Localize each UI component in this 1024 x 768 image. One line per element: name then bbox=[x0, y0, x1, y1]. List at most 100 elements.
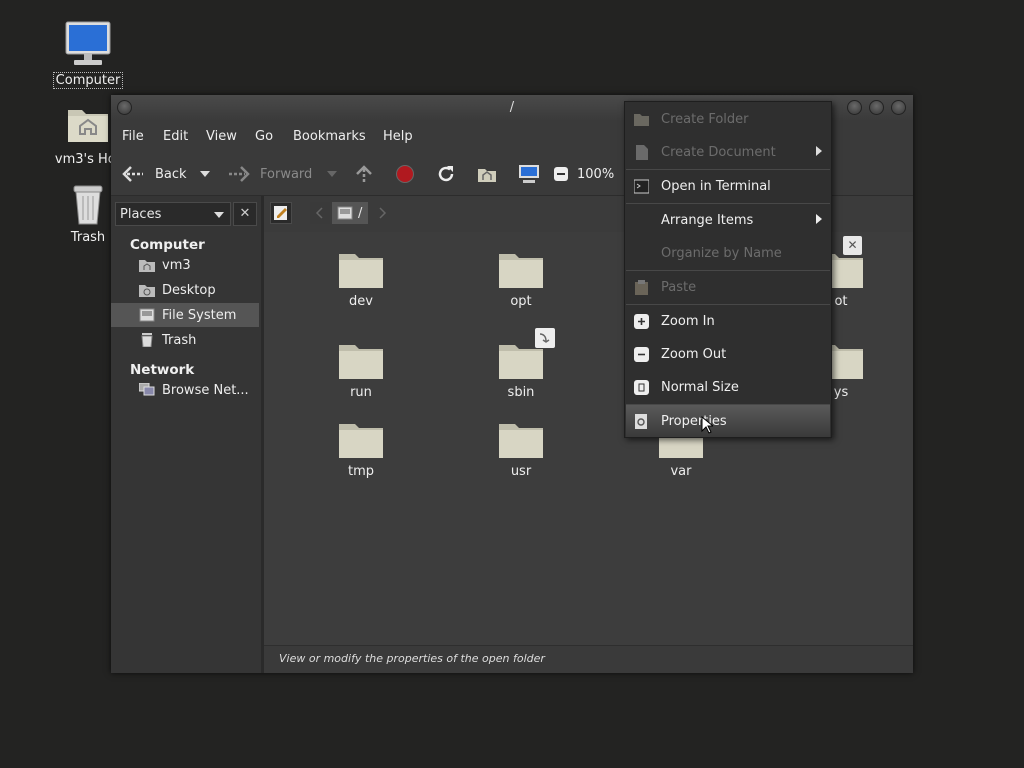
network-icon bbox=[139, 383, 155, 396]
submenu-arrow-icon bbox=[816, 146, 822, 156]
back-button[interactable]: Back bbox=[121, 153, 187, 195]
desktop-icon bbox=[139, 285, 155, 297]
folder-icon bbox=[499, 345, 543, 379]
back-label: Back bbox=[155, 166, 187, 182]
sidebar-item-vm3[interactable]: vm3 bbox=[111, 253, 259, 277]
sidebar-item-file-system[interactable]: File System bbox=[111, 303, 259, 327]
places-selector-label: Places bbox=[120, 207, 162, 222]
chevron-down-icon bbox=[214, 212, 224, 218]
section-computer: Computer bbox=[130, 237, 205, 253]
file-item[interactable]: usr bbox=[481, 422, 561, 479]
folder-icon bbox=[339, 424, 383, 458]
forward-button[interactable]: Forward bbox=[227, 153, 312, 195]
drive-icon bbox=[337, 206, 353, 220]
file-name: ot bbox=[834, 294, 848, 309]
status-bar: View or modify the properties of the ope… bbox=[264, 645, 913, 673]
menu-item-label: Paste bbox=[661, 279, 697, 295]
menu-item-open-terminal[interactable]: Open in Terminal bbox=[626, 170, 830, 202]
menu-item-normal-size[interactable]: Normal Size bbox=[626, 371, 830, 403]
sidebar-item-desktop[interactable]: Desktop bbox=[111, 278, 259, 302]
home-button[interactable] bbox=[477, 153, 497, 195]
edit-path-button[interactable] bbox=[270, 202, 292, 224]
dismiss-button[interactable]: ✕ bbox=[843, 236, 862, 255]
back-history-dropdown[interactable] bbox=[199, 153, 211, 195]
sidebar: Places ✕ Computer vm3 Desktop File Syste… bbox=[111, 196, 264, 645]
blank-icon bbox=[634, 213, 649, 228]
menu-help[interactable]: Help bbox=[383, 129, 413, 144]
zoom-out-button[interactable] bbox=[553, 153, 569, 195]
sidebar-item-trash[interactable]: Trash bbox=[111, 328, 259, 352]
menu-item-label: Zoom Out bbox=[661, 346, 727, 362]
menu-item-label: Create Folder bbox=[661, 111, 749, 127]
computer-icon bbox=[65, 21, 111, 65]
paste-icon bbox=[635, 279, 648, 295]
menu-item-zoom-out[interactable]: Zoom Out bbox=[626, 338, 830, 370]
menu-bookmarks[interactable]: Bookmarks bbox=[293, 129, 366, 144]
menu-item-paste[interactable]: Paste bbox=[626, 271, 830, 303]
sidebar-item-label: Trash bbox=[162, 332, 197, 348]
file-name: var bbox=[670, 464, 692, 479]
menu-item-label: Zoom In bbox=[661, 313, 715, 329]
up-button[interactable] bbox=[354, 153, 374, 195]
file-item[interactable]: sbin bbox=[481, 328, 561, 400]
folder-icon bbox=[339, 254, 383, 288]
chevron-right-icon bbox=[379, 207, 387, 219]
context-menu: Create Folder Create Document Open in Te… bbox=[624, 101, 832, 438]
forward-label: Forward bbox=[260, 166, 313, 182]
menu-item-label: Arrange Items bbox=[661, 212, 754, 228]
sidebar-item-browse-network[interactable]: Browse Net... bbox=[111, 378, 259, 402]
menu-item-arrange-items[interactable]: Arrange Items bbox=[626, 204, 830, 236]
menu-item-organize-by-name[interactable]: Organize by Name bbox=[626, 237, 830, 269]
menu-item-properties[interactable]: Properties bbox=[626, 405, 830, 437]
close-sidebar-button[interactable]: ✕ bbox=[233, 202, 257, 226]
menu-item-zoom-in[interactable]: Zoom In bbox=[626, 305, 830, 337]
desktop-computer-icon[interactable]: Computer bbox=[50, 20, 126, 89]
path-scroll-left[interactable] bbox=[310, 202, 330, 224]
back-arrow-icon bbox=[122, 166, 143, 182]
drive-icon bbox=[139, 308, 155, 322]
edit-icon bbox=[274, 206, 287, 220]
file-name: usr bbox=[510, 464, 532, 479]
menu-item-label: Create Document bbox=[661, 144, 776, 160]
menu-edit[interactable]: Edit bbox=[163, 129, 188, 144]
terminal-icon bbox=[634, 179, 649, 193]
menu-item-create-document[interactable]: Create Document bbox=[626, 136, 830, 168]
places-selector[interactable]: Places bbox=[115, 202, 231, 226]
file-name: tmp bbox=[347, 464, 374, 479]
path-scroll-right[interactable] bbox=[372, 202, 392, 224]
file-item[interactable]: tmp bbox=[321, 422, 401, 479]
up-arrow-icon bbox=[356, 165, 372, 183]
trash-icon bbox=[141, 333, 153, 347]
zoom-level: 100% bbox=[577, 166, 615, 182]
minimize-button[interactable] bbox=[847, 100, 862, 115]
file-item[interactable]: run bbox=[321, 343, 401, 400]
blank-icon bbox=[634, 246, 649, 261]
forward-history-dropdown[interactable] bbox=[326, 153, 338, 195]
menu-file[interactable]: File bbox=[122, 129, 144, 144]
home-icon bbox=[139, 260, 155, 272]
computer-button[interactable] bbox=[518, 153, 540, 195]
chevron-down-icon bbox=[327, 171, 337, 177]
reload-icon bbox=[438, 166, 454, 182]
zoom-in-icon bbox=[634, 313, 649, 329]
desktop-icon-label: Trash bbox=[70, 230, 106, 245]
file-item[interactable]: opt bbox=[481, 252, 561, 309]
close-button[interactable] bbox=[891, 100, 906, 115]
reload-button[interactable] bbox=[436, 153, 456, 195]
stop-button[interactable] bbox=[395, 153, 415, 195]
new-document-icon bbox=[636, 144, 648, 160]
path-segment-label: / bbox=[358, 205, 363, 221]
close-icon: ✕ bbox=[239, 206, 251, 221]
menu-view[interactable]: View bbox=[206, 129, 237, 144]
file-item[interactable]: dev bbox=[321, 252, 401, 309]
computer-icon bbox=[519, 165, 539, 183]
file-name: sbin bbox=[507, 385, 535, 400]
menu-item-create-folder[interactable]: Create Folder bbox=[626, 103, 830, 135]
mouse-cursor-icon bbox=[701, 416, 713, 434]
path-segment-root[interactable]: / bbox=[332, 202, 368, 224]
submenu-arrow-icon bbox=[816, 214, 822, 224]
menu-go[interactable]: Go bbox=[255, 129, 273, 144]
maximize-button[interactable] bbox=[869, 100, 884, 115]
file-name: opt bbox=[510, 294, 532, 309]
folder-icon bbox=[339, 345, 383, 379]
